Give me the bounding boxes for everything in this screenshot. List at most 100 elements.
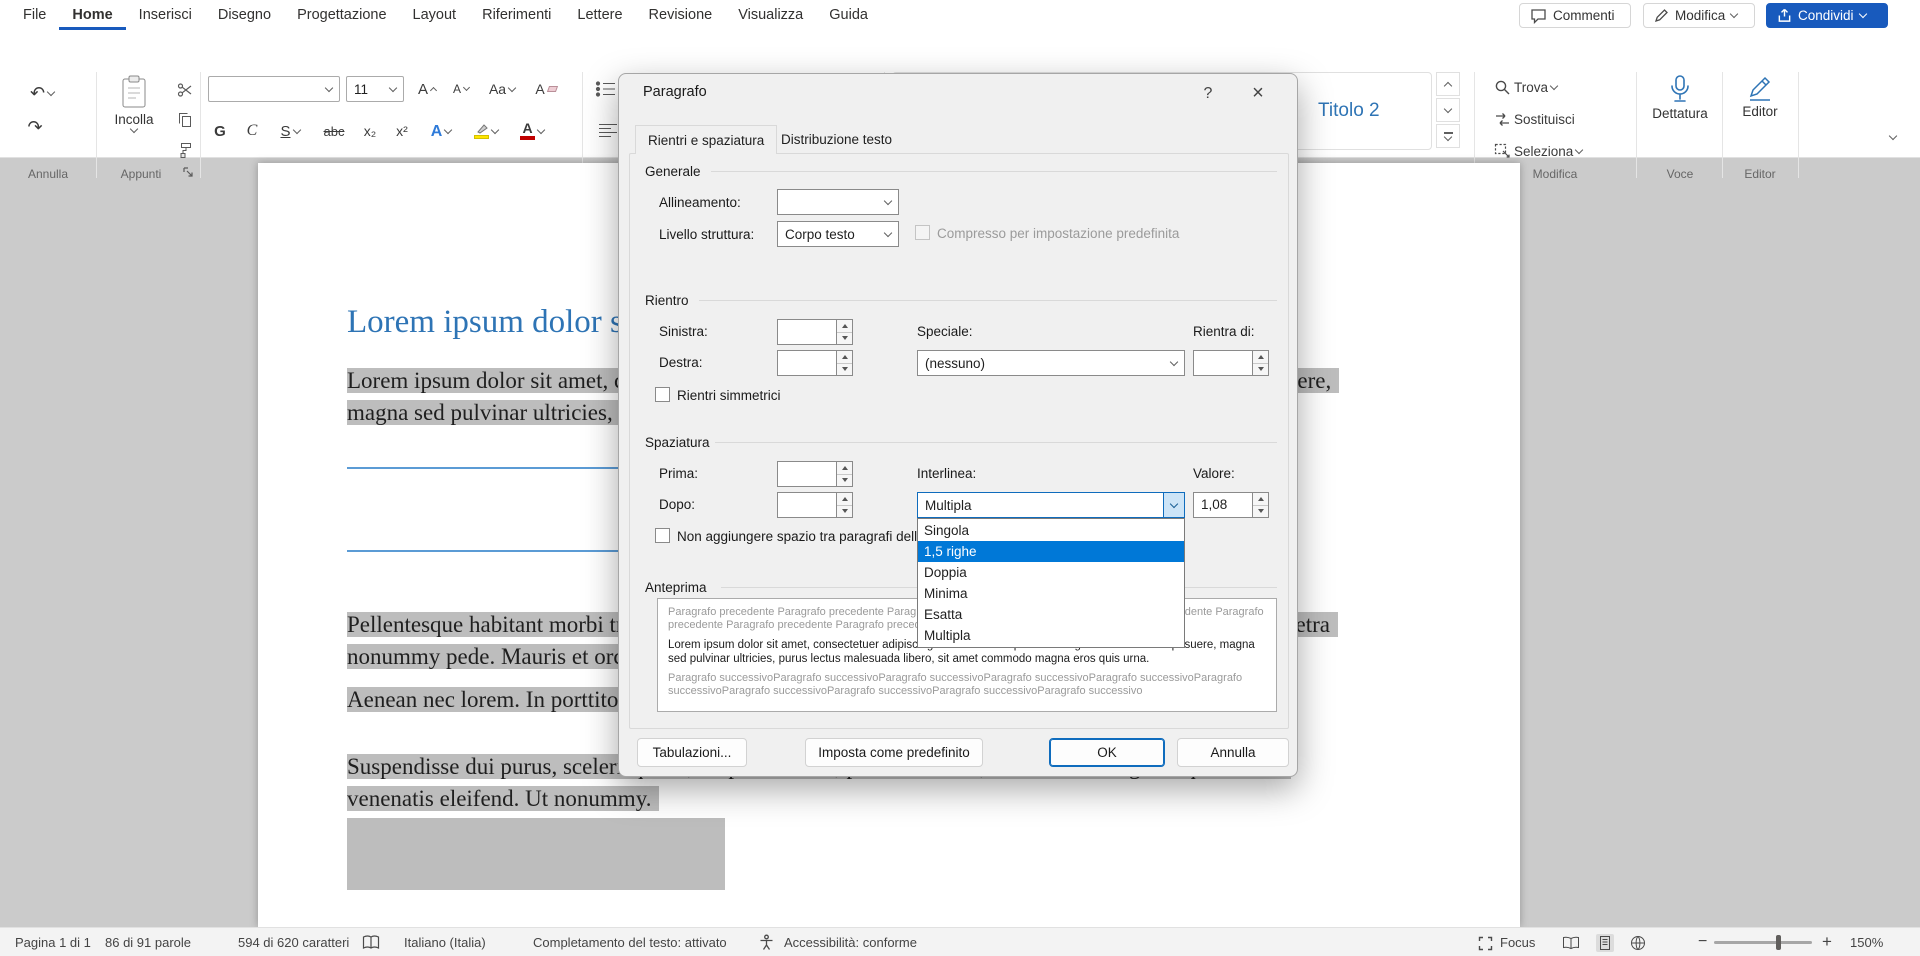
tab-file[interactable]: File xyxy=(10,0,59,30)
word-count[interactable]: 86 di 91 parole xyxy=(105,935,191,950)
spin-down-icon[interactable] xyxy=(837,332,852,345)
dialog-close-button[interactable]: × xyxy=(1241,81,1275,106)
proofing-book-icon[interactable] xyxy=(362,935,380,950)
strikethrough-button[interactable]: abc xyxy=(316,118,352,144)
editor-button[interactable]: Editor xyxy=(1728,74,1792,158)
spin-up-icon[interactable] xyxy=(837,462,852,474)
spin-up-icon[interactable] xyxy=(1253,351,1268,363)
clear-formatting-button[interactable]: A xyxy=(530,76,562,102)
allineamento-combobox[interactable] xyxy=(777,189,899,215)
ok-button[interactable]: OK xyxy=(1049,738,1165,767)
shrink-font-button[interactable]: A xyxy=(446,76,476,102)
redo-button[interactable]: ↷ xyxy=(20,114,50,140)
share-button[interactable]: Condividi xyxy=(1766,3,1888,28)
no-space-checkbox[interactable] xyxy=(655,528,670,543)
italic-button[interactable]: C xyxy=(238,118,266,144)
font-name-combobox[interactable] xyxy=(208,76,340,102)
editing-mode-button[interactable]: Modifica xyxy=(1643,3,1755,28)
zoom-slider-track[interactable] xyxy=(1714,941,1812,944)
styles-gallery-expand-button[interactable] xyxy=(1436,124,1460,148)
spin-up-icon[interactable] xyxy=(837,320,852,332)
spin-down-icon[interactable] xyxy=(1253,505,1268,518)
tab-home[interactable]: Home xyxy=(59,0,125,30)
text-effects-button[interactable]: A xyxy=(422,118,460,144)
dopo-spinner[interactable] xyxy=(777,492,853,518)
tab-progettazione[interactable]: Progettazione xyxy=(284,0,399,30)
zoom-in-button[interactable]: + xyxy=(1822,932,1832,952)
zoom-slider-thumb[interactable] xyxy=(1776,935,1781,950)
undo-button[interactable]: ↶ xyxy=(20,80,64,106)
cut-button[interactable] xyxy=(172,78,198,102)
dialog-help-button[interactable]: ? xyxy=(1191,81,1225,106)
copy-button[interactable] xyxy=(172,108,198,132)
sinistra-spinner[interactable] xyxy=(777,319,853,345)
list-item-15-righe[interactable]: 1,5 righe xyxy=(918,541,1184,562)
interlinea-combobox[interactable]: Multipla xyxy=(917,492,1185,518)
spin-up-icon[interactable] xyxy=(1253,493,1268,505)
list-item-singola[interactable]: Singola xyxy=(918,520,1184,541)
accessibility-status[interactable]: Accessibilità: conforme xyxy=(784,935,917,950)
zoom-level[interactable]: 150% xyxy=(1850,935,1883,950)
rientri-simmetrici-checkbox[interactable] xyxy=(655,387,670,402)
clipboard-dialog-launcher-icon[interactable] xyxy=(182,166,194,178)
select-button[interactable]: Seleziona xyxy=(1488,138,1588,164)
spin-down-icon[interactable] xyxy=(837,505,852,518)
dialog-tab-rientri[interactable]: Rientri e spaziatura xyxy=(635,125,777,154)
tab-visualizza[interactable]: Visualizza xyxy=(725,0,816,30)
imposta-predefinito-button[interactable]: Imposta come predefinito xyxy=(805,738,983,767)
bold-button[interactable]: G xyxy=(206,118,234,144)
find-button[interactable]: Trova xyxy=(1488,74,1563,100)
prima-spinner[interactable] xyxy=(777,461,853,487)
char-count[interactable]: 594 di 620 caratteri xyxy=(238,935,349,950)
superscript-button[interactable]: x² xyxy=(388,118,416,144)
styles-scroll-down-button[interactable] xyxy=(1436,98,1460,122)
print-layout-view-icon[interactable] xyxy=(1596,934,1614,952)
tab-guida[interactable]: Guida xyxy=(816,0,881,30)
web-layout-view-icon[interactable] xyxy=(1630,935,1646,951)
tab-disegno[interactable]: Disegno xyxy=(205,0,284,30)
font-color-button[interactable]: A xyxy=(512,118,552,144)
tab-revisione[interactable]: Revisione xyxy=(636,0,726,30)
comments-button[interactable]: Commenti xyxy=(1519,3,1631,28)
list-item-esatta[interactable]: Esatta xyxy=(918,604,1184,625)
focus-mode-button[interactable]: Focus xyxy=(1500,935,1535,950)
styles-scroll-up-button[interactable] xyxy=(1436,72,1460,96)
spin-down-icon[interactable] xyxy=(837,363,852,376)
spin-up-icon[interactable] xyxy=(837,351,852,363)
tab-layout[interactable]: Layout xyxy=(400,0,470,30)
read-mode-view-icon[interactable] xyxy=(1562,936,1580,950)
tabulazioni-button[interactable]: Tabulazioni... xyxy=(637,738,747,767)
annulla-button[interactable]: Annulla xyxy=(1177,738,1289,767)
destra-spinner[interactable] xyxy=(777,350,853,376)
paste-button[interactable]: Incolla xyxy=(102,74,166,162)
spin-down-icon[interactable] xyxy=(1253,363,1268,376)
list-item-doppia[interactable]: Doppia xyxy=(918,562,1184,583)
format-painter-button[interactable] xyxy=(172,138,198,162)
grow-font-button[interactable]: A xyxy=(412,76,442,102)
spin-up-icon[interactable] xyxy=(837,493,852,505)
text-completion-indicator[interactable]: Completamento del testo: attivato xyxy=(533,935,727,950)
subscript-button[interactable]: x₂ xyxy=(356,118,384,144)
replace-button[interactable]: Sostituisci xyxy=(1488,106,1581,132)
livello-struttura-combobox[interactable]: Corpo testo xyxy=(777,221,899,247)
language-indicator[interactable]: Italiano (Italia) xyxy=(404,935,486,950)
zoom-out-button[interactable]: − xyxy=(1698,933,1707,951)
spin-down-icon[interactable] xyxy=(837,474,852,487)
page-indicator[interactable]: Pagina 1 di 1 xyxy=(15,935,91,950)
underline-button[interactable]: S xyxy=(270,118,310,144)
valore-spinner[interactable]: 1,08 xyxy=(1193,492,1269,518)
tab-lettere[interactable]: Lettere xyxy=(564,0,635,30)
list-item-multipla[interactable]: Multipla xyxy=(918,625,1184,646)
tab-riferimenti[interactable]: Riferimenti xyxy=(469,0,564,30)
list-item-minima[interactable]: Minima xyxy=(918,583,1184,604)
speciale-combobox[interactable]: (nessuno) xyxy=(917,350,1185,376)
style-titolo2[interactable]: Titolo 2 xyxy=(1318,100,1380,122)
font-size-combobox[interactable]: 11 xyxy=(346,76,404,102)
collapse-ribbon-button[interactable] xyxy=(1880,126,1906,148)
dialog-tab-distribuzione[interactable]: Distribuzione testo xyxy=(769,125,904,154)
change-case-button[interactable]: Aa xyxy=(480,76,524,102)
rientra-di-spinner[interactable] xyxy=(1193,350,1269,376)
text-highlight-button[interactable] xyxy=(466,118,506,144)
dictate-button[interactable]: Dettatura xyxy=(1644,74,1716,158)
tab-inserisci[interactable]: Inserisci xyxy=(126,0,205,30)
